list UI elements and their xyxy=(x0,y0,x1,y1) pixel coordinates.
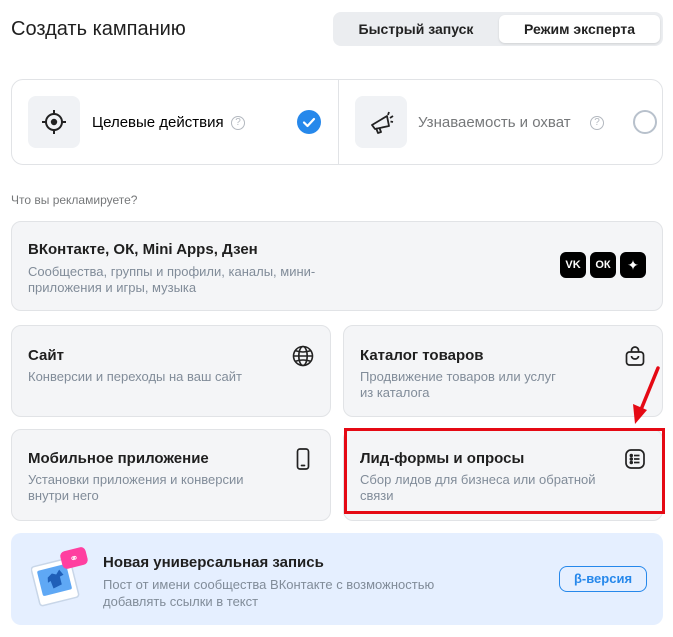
card-desc-line1: Сообщества, группы и профили, каналы, ми… xyxy=(28,264,316,279)
goal-label: Узнаваемость и охват xyxy=(418,114,571,131)
ad-object-mobile-app-card[interactable]: Мобильное приложение Установки приложени… xyxy=(11,429,331,521)
ad-object-catalog-card[interactable]: Каталог товаров Продвижение товаров или … xyxy=(343,325,663,417)
promo-desc-line2: добавлять ссылки в текст xyxy=(103,594,259,609)
card-desc-line2: из каталога xyxy=(360,385,430,400)
goal-label: Целевые действия xyxy=(92,114,224,131)
card-title: ВКонтакте, ОК, Mini Apps, Дзен xyxy=(28,241,258,258)
ok-icon: ОК xyxy=(590,252,616,278)
dzen-icon: ✦ xyxy=(620,252,646,278)
goal-option-target-actions[interactable]: Целевые действия ? xyxy=(12,80,338,164)
card-title: Мобильное приложение xyxy=(28,450,209,467)
tab-expert-mode[interactable]: Режим эксперта xyxy=(499,15,660,43)
checkmark-selected-icon xyxy=(297,110,321,134)
card-desc-line2: приложения и игры, музыка xyxy=(28,280,197,295)
radio-unselected-icon xyxy=(633,110,657,134)
goal-option-reach[interactable]: Узнаваемость и охват ? xyxy=(339,80,663,164)
vk-icon: VK xyxy=(560,252,586,278)
card-desc-line1: Установки приложения и конверсии xyxy=(28,472,244,487)
beta-version-button[interactable]: β-версия xyxy=(559,566,647,592)
megaphone-icon xyxy=(355,96,407,148)
ad-object-vk-card[interactable]: ВКонтакте, ОК, Mini Apps, Дзен Сообществ… xyxy=(11,221,663,311)
globe-icon xyxy=(291,344,315,368)
smartphone-icon xyxy=(291,447,315,471)
mode-switch: Быстрый запуск Режим эксперта xyxy=(333,12,663,46)
promo-title: Новая универсальная запись xyxy=(103,554,324,571)
ad-object-site-card[interactable]: Сайт Конверсии и переходы на ваш сайт xyxy=(11,325,331,417)
promo-desc-line1: Пост от имени сообщества ВКонтакте с воз… xyxy=(103,577,435,592)
card-desc-line1: Продвижение товаров или услуг xyxy=(360,369,556,384)
card-desc-line2: внутри него xyxy=(28,488,99,503)
page-title: Создать кампанию xyxy=(11,18,186,40)
post-illustration-icon: ⚭ xyxy=(30,546,93,608)
card-title: Сайт xyxy=(28,347,64,364)
red-arrow-icon xyxy=(633,366,660,424)
card-desc-line1: Конверсии и переходы на ваш сайт xyxy=(28,369,242,384)
universal-post-promo[interactable]: ⚭ Новая универсальная запись Пост от име… xyxy=(11,533,663,625)
card-title: Каталог товаров xyxy=(360,347,484,364)
help-icon[interactable]: ? xyxy=(231,116,245,130)
campaign-goal-selector: Целевые действия ? Узнаваемость и охват … xyxy=(11,79,663,165)
highlight-box xyxy=(344,428,665,514)
section-label: Что вы рекламируете? xyxy=(11,193,138,207)
tab-quick-launch[interactable]: Быстрый запуск xyxy=(336,15,496,43)
help-icon[interactable]: ? xyxy=(590,116,604,130)
target-icon xyxy=(28,96,80,148)
